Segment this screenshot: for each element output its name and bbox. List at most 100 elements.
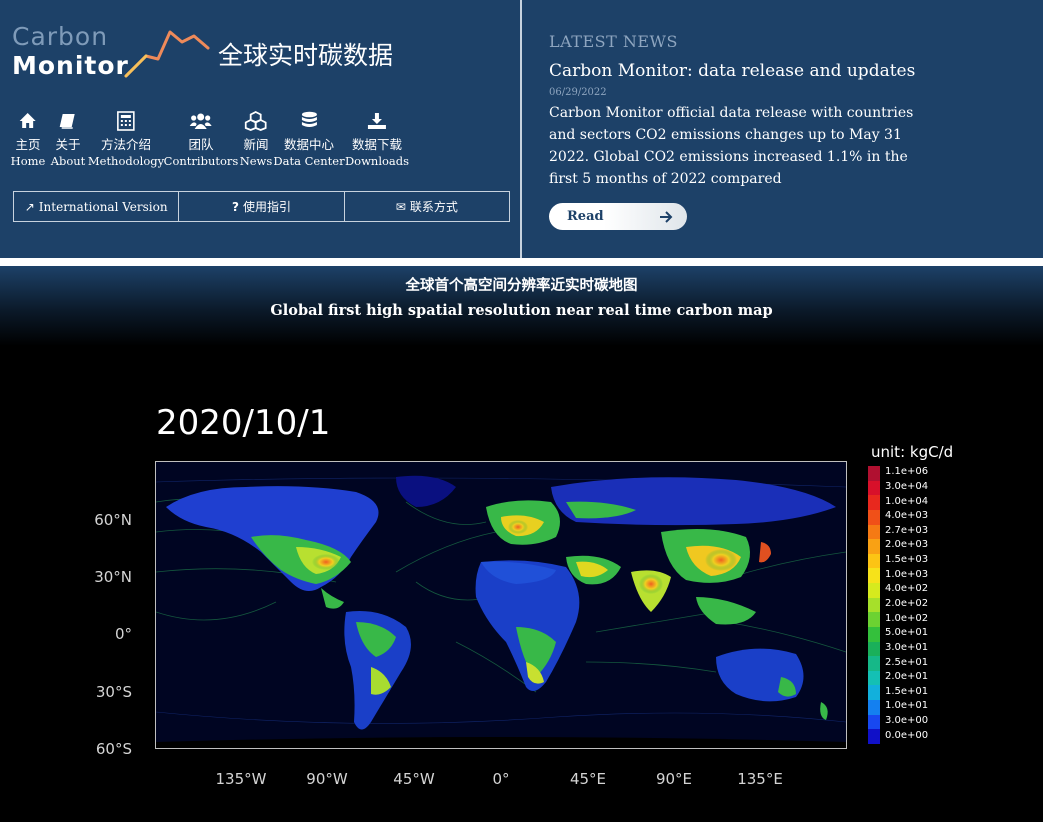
map-title-en: Global first high spatial resolution nea…: [270, 302, 773, 319]
section-separator: [0, 258, 1043, 266]
legend-label: 1.0e+02: [885, 612, 929, 624]
legend-swatch: [868, 524, 880, 540]
latest-news-panel: LATEST NEWS Carbon Monitor: data release…: [549, 30, 939, 190]
lon-label: 90°W: [306, 770, 348, 788]
lon-label: 90°E: [655, 770, 693, 788]
lat-label: 30°S: [95, 683, 132, 701]
legend-label: 5.0e+01: [885, 627, 929, 639]
lat-label: 0°: [114, 625, 132, 643]
carbon-emissions-world-map: [155, 461, 847, 749]
legend-label: 3.0e+04: [885, 480, 929, 492]
nav-item-news[interactable]: 新闻 News: [239, 110, 273, 170]
news-title-link[interactable]: Carbon Monitor: data release and updates: [549, 60, 939, 82]
home-icon: [19, 113, 36, 128]
legend-unit-label: unit: kgC/d: [871, 443, 954, 461]
nav-label-en: Downloads: [344, 154, 410, 168]
legend-swatch: [868, 670, 880, 686]
read-button-label: Read: [567, 209, 604, 224]
user-guide-label: 使用指引: [242, 200, 291, 214]
read-button[interactable]: Read: [549, 203, 687, 230]
nav-label-cn: 团队: [188, 137, 214, 152]
legend-swatch: [868, 685, 880, 700]
lon-label: 135°E: [737, 770, 783, 788]
legend-label: 0.0e+00: [885, 729, 929, 741]
color-scale-bar: [868, 466, 880, 744]
map-date-label: 2020/10/1: [156, 403, 331, 443]
legend-label: 2.7e+03: [885, 524, 929, 536]
users-icon: [189, 113, 212, 129]
lon-label: 45°W: [393, 770, 435, 788]
site-title-cn: 全球实时碳数据: [218, 41, 394, 70]
header-divider: [520, 0, 522, 258]
lon-label: 0°: [492, 770, 510, 788]
legend-swatch: [868, 612, 880, 627]
legend-label: 1.0e+01: [885, 700, 929, 712]
arrow-right-icon: [660, 210, 673, 223]
nav-label-cn: 数据中心: [283, 137, 334, 152]
legend-swatch: [868, 729, 880, 744]
legend-swatch: [868, 641, 880, 657]
legend-swatch: [868, 568, 880, 583]
nav-item-home[interactable]: 主页 Home: [10, 110, 46, 170]
legend-label: 4.0e+02: [885, 583, 929, 595]
international-version-label: International Version: [38, 199, 168, 214]
legend-label: 4.0e+03: [885, 510, 929, 522]
international-version-button[interactable]: ↗ International Version: [14, 192, 180, 221]
legend-swatch: [868, 714, 880, 730]
nav-item-contributors[interactable]: 团队 Contributors: [163, 110, 239, 170]
question-icon: ?: [232, 199, 239, 214]
logo-text-monitor: Monitor: [12, 51, 129, 80]
external-link-icon: ↗: [24, 199, 35, 214]
legend-label: 1.0e+03: [885, 568, 929, 580]
legend-swatch: [868, 700, 880, 715]
nav-item-downloads[interactable]: 数据下载 Downloads: [345, 110, 409, 170]
legend-label: 2.0e+01: [885, 671, 929, 683]
legend-label: 2.0e+02: [885, 598, 929, 609]
nav-label-en: News: [239, 154, 273, 168]
lon-label: 135°W: [215, 770, 267, 788]
legend-swatch: [868, 495, 880, 510]
contact-button[interactable]: ✉ 联系方式: [345, 192, 509, 221]
legend-label: 1.5e+03: [885, 554, 929, 566]
legend-swatch: [868, 466, 880, 481]
nav-label-cn: 数据下载: [351, 137, 402, 152]
legend-swatch: [868, 553, 880, 569]
news-date: 06/29/2022: [549, 87, 607, 98]
world-map-image: [156, 475, 846, 748]
cubes-icon: [245, 110, 267, 131]
logo-trend-line-icon: [124, 30, 210, 78]
nav-label-en: Contributors: [163, 154, 239, 168]
nav-label-cn: 方法介绍: [100, 137, 151, 152]
legend-swatch: [868, 509, 880, 525]
download-icon: [368, 113, 386, 129]
nav-item-methodology[interactable]: 方法介绍 Methodology: [88, 110, 164, 170]
lat-label: 60°S: [95, 740, 132, 758]
map-title-cn: 全球首个高空间分辨率近实时碳地图: [405, 278, 638, 294]
legend-label: 1.0e+04: [885, 495, 929, 507]
legend-swatch: [868, 583, 880, 598]
legend-swatch: [868, 480, 880, 496]
legend-label: 2.5e+01: [885, 656, 929, 668]
logo-text-carbon: Carbon: [12, 22, 109, 51]
nav-label-en: Home: [10, 154, 46, 168]
nav-label-en: About: [50, 154, 86, 168]
lon-label: 45°E: [569, 770, 607, 788]
user-guide-button[interactable]: ? 使用指引: [179, 192, 345, 221]
nav-label-cn: 新闻: [243, 137, 269, 152]
nav-item-about[interactable]: 关于 About: [50, 110, 86, 170]
legend-label: 1.5e+01: [885, 685, 929, 697]
legend-swatch: [868, 597, 880, 613]
nav-item-data-center[interactable]: 数据中心 Data Center: [273, 110, 345, 170]
lat-label: 60°N: [94, 511, 132, 529]
nav-label-cn: 主页: [15, 137, 41, 152]
database-icon: [301, 111, 317, 127]
legend-swatch: [868, 656, 880, 671]
legend-label: 3.0e+01: [885, 641, 929, 653]
news-heading: LATEST NEWS: [549, 32, 678, 51]
nav-label-cn: 关于: [55, 137, 81, 152]
envelope-icon: ✉: [395, 199, 406, 214]
nav-label-en: Data Center: [273, 154, 345, 168]
carbon-monitor-logo[interactable]: Carbon Monitor: [12, 22, 210, 82]
calculator-icon: [117, 111, 135, 131]
legend-label: 1.1e+06: [885, 466, 929, 478]
